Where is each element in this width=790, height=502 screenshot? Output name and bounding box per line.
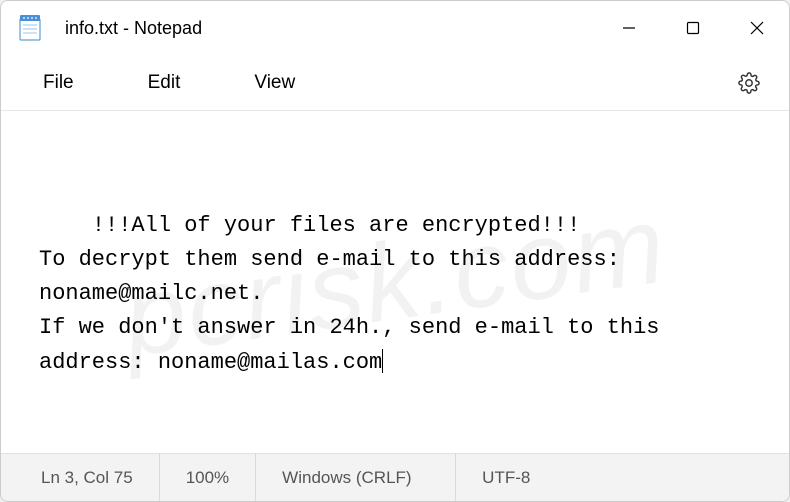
window-controls xyxy=(597,1,789,55)
notepad-window: info.txt - Notepad File Edit Vi xyxy=(0,0,790,502)
titlebar: info.txt - Notepad xyxy=(1,1,789,55)
menubar: File Edit View xyxy=(1,55,789,111)
status-position: Ln 3, Col 75 xyxy=(1,454,160,501)
menu-file[interactable]: File xyxy=(21,64,96,102)
close-icon xyxy=(749,20,765,36)
settings-button[interactable] xyxy=(729,63,769,103)
text-caret xyxy=(382,349,383,373)
minimize-icon xyxy=(622,21,636,35)
close-button[interactable] xyxy=(725,1,789,55)
menu-edit[interactable]: Edit xyxy=(126,64,203,102)
notepad-icon xyxy=(19,15,41,41)
minimize-button[interactable] xyxy=(597,1,661,55)
text-editor[interactable]: pcrisk.com !!!All of your files are encr… xyxy=(1,111,789,453)
window-title: info.txt - Notepad xyxy=(65,18,597,39)
status-encoding: UTF-8 xyxy=(456,454,556,501)
status-lineending: Windows (CRLF) xyxy=(256,454,456,501)
statusbar: Ln 3, Col 75 100% Windows (CRLF) UTF-8 xyxy=(1,453,789,501)
gear-icon xyxy=(738,72,760,94)
status-zoom[interactable]: 100% xyxy=(160,454,256,501)
maximize-button[interactable] xyxy=(661,1,725,55)
maximize-icon xyxy=(686,21,700,35)
editor-content: !!!All of your files are encrypted!!! To… xyxy=(39,213,673,374)
menu-view[interactable]: View xyxy=(232,64,317,102)
